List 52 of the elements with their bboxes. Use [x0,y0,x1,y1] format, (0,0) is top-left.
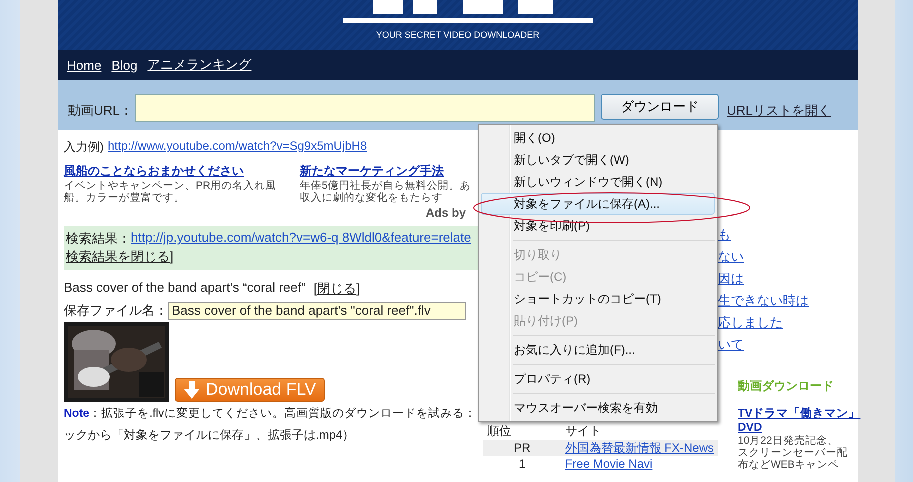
note-text: ：拡張子を.flvに変更してください。高画質版のダウンロードを試みる： [90,406,476,421]
ads-by-label: Ads by [426,206,466,220]
menu-item[interactable]: 対象をファイルに保存(A)... [481,193,715,215]
menu-item[interactable]: ショートカットのコピー(T) [481,288,715,310]
article-link[interactable]: も [718,224,731,246]
menu-item[interactable]: お気に入りに追加(F)... [481,339,715,361]
search-result-label: 検索結果： [66,230,131,248]
download-arrow-icon [184,381,200,399]
ad-text-line: 収入に劇的な変化をもたらす [300,192,443,204]
close-link[interactable]: [閉じる] [314,280,360,298]
ad-title-link[interactable]: 風船のことならおまかせください [64,164,244,178]
menu-item[interactable]: プロパティ(R) [481,368,715,390]
site-tagline: YOUR SECRET VIDEO DOWNLOADER [376,30,540,40]
menu-item[interactable]: 新しいウィンドウで開く(N) [481,171,715,193]
menu-item[interactable]: マウスオーバー検索を有効 [481,397,715,419]
filename-field[interactable]: Bass cover of the band apart's "coral reef".flv [168,302,466,320]
close-results-link[interactable]: 検索結果を閉じる] [66,249,174,264]
url-list-link[interactable]: URLリストを開く [727,102,832,120]
nav-link[interactable]: Blog [112,58,138,72]
ad-title-link[interactable]: TVドラマ「働きマン」 DVD [738,407,861,435]
menu-item[interactable]: 新しいタブで開く(W) [481,149,715,171]
example-url-link[interactable]: http://www.youtube.com/watch?v=Sg9x5mUjbH8 [108,139,368,156]
ad-text-line: 船。カラーが豊富です。 [64,192,185,204]
nav-link[interactable]: Home [67,58,102,72]
rank-cell: PR [483,440,562,456]
column-header: 順位 [483,424,562,440]
url-input-field[interactable] [135,94,596,122]
ad-title-link[interactable]: 新たなマーケティング手法 [300,164,444,178]
search-result-link[interactable]: http://jp.youtube.com/watch?v=w6-q 8Wldl0&feature=relate [131,230,472,248]
ad-text-line: スクリーンセーバー配 [738,447,849,459]
article-link[interactable]: いて [718,334,744,356]
url-label: 動画URL： [68,102,134,120]
video-title: Bass cover of the band apart’s “coral reef” [64,280,306,297]
filename-label: 保存ファイル名： [64,302,168,320]
download-button[interactable]: ダウンロード [601,94,720,120]
ad-text-line: 布などWEBキャンペ [738,459,840,471]
menu-item[interactable]: 開く(O) [481,127,715,149]
note-label: Note [64,408,90,420]
site-link[interactable]: Free Movie Navi [565,457,653,471]
ad-text-line: イベントやキャンペーン、PR用の名入れ風 [64,180,277,192]
note-text: ックから「対象をファイルに保存」、拡張子は.mp4） [64,427,356,444]
column-header: サイト [561,424,718,440]
ad-text-line: 10月22日発売記念、 [738,435,840,447]
article-link[interactable]: 応しました [718,312,783,334]
nav-link[interactable]: アニメランキング [148,56,252,74]
example-label: 入力例) [64,139,104,156]
rank-cell: 1 [483,456,562,472]
article-link[interactable]: 生できない時は [718,290,809,312]
sidebar-heading: 動画ダウンロード [738,378,835,395]
article-link[interactable]: 因は [718,268,744,290]
ad-text-line: 年俸5億円社長が自ら無料公開。あ [300,180,471,192]
article-link[interactable]: ない [718,246,744,268]
